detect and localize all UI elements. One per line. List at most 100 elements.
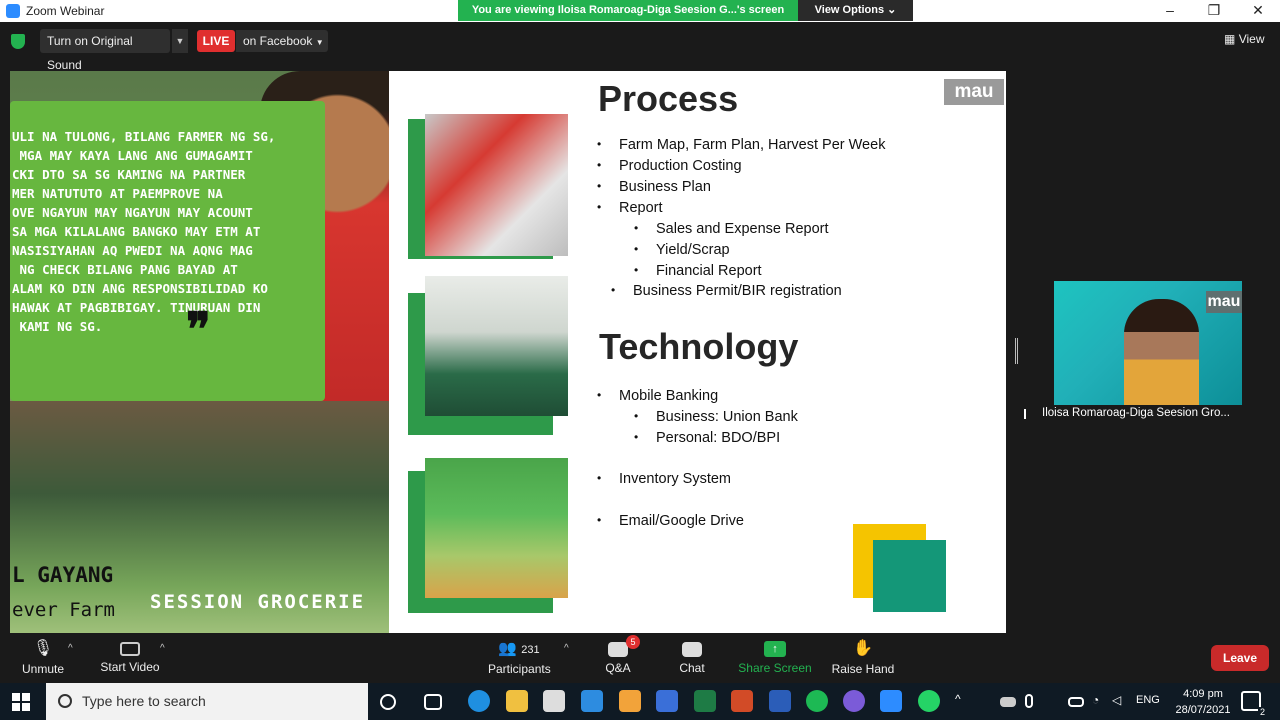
panel-resize-handle[interactable]	[1015, 338, 1018, 364]
original-sound-button[interactable]: Turn on Original Sound	[40, 29, 170, 72]
grid-icon: ▦	[1224, 32, 1236, 46]
chevron-down-icon[interactable]: ▼	[172, 29, 188, 53]
participant-video[interactable]: mau	[1054, 281, 1242, 405]
viber-icon[interactable]	[843, 690, 865, 712]
cortana-icon[interactable]	[380, 694, 396, 710]
notification-center-icon[interactable]: 2	[1241, 691, 1267, 717]
tech-item: Inventory System	[597, 471, 731, 487]
app-promo-photo	[425, 458, 568, 598]
raise-hand-label: Raise Hand	[831, 662, 895, 676]
dropbox-icon[interactable]	[581, 690, 603, 712]
excel-icon[interactable]	[694, 690, 716, 712]
shield-icon[interactable]	[11, 34, 25, 49]
share-screen-icon: ↑	[764, 641, 786, 657]
mail-icon[interactable]	[656, 690, 678, 712]
speaker-video	[1124, 299, 1199, 405]
zoom-icon[interactable]	[880, 690, 902, 712]
windows-taskbar: Type here to search ^ ◔ ◁ ENG 4:09 pm 28…	[0, 683, 1280, 720]
unmute-label: Unmute	[21, 662, 65, 676]
hand-icon: ✋	[853, 640, 873, 657]
winamp-icon[interactable]	[619, 690, 641, 712]
taskbar-search[interactable]: Type here to search	[46, 683, 368, 720]
volume-icon[interactable]: ◁	[1112, 693, 1128, 715]
clock-time: 4:09 pm	[1183, 688, 1223, 700]
video-off-icon	[120, 642, 140, 656]
process-item: Production Costing	[597, 158, 741, 174]
participants-icon: 👥 231	[498, 640, 540, 657]
quote-mark-icon: ❞	[186, 303, 211, 355]
signal-icon	[1024, 409, 1036, 419]
unmute-button[interactable]: 🎙 Unmute	[18, 633, 68, 683]
chat-icon	[682, 642, 702, 657]
qa-label: Q&A	[605, 661, 631, 675]
chevron-up-icon[interactable]: ^	[564, 643, 569, 654]
shared-screen: ULI NA TULONG, BILANG FARMER NG SG, MGA …	[10, 71, 1006, 633]
title-bar: Zoom Webinar You are viewing Iloisa Roma…	[0, 0, 1280, 22]
chevron-up-icon[interactable]: ^	[68, 643, 73, 654]
process-item: Farm Map, Farm Plan, Harvest Per Week	[597, 137, 885, 153]
chevron-up-icon[interactable]: ^	[955, 692, 969, 714]
participants-button[interactable]: 👥 231 Participants	[488, 633, 551, 683]
report-item: Sales and Expense Report	[634, 221, 828, 237]
meeting-top-bar: Turn on Original Sound ▼ LIVE on Faceboo…	[0, 22, 1280, 72]
slide-left-photo: ULI NA TULONG, BILANG FARMER NG SG, MGA …	[10, 71, 389, 633]
report-item: Yield/Scrap	[634, 242, 730, 258]
task-view-icon[interactable]	[424, 694, 442, 710]
facebook-label: on Facebook	[243, 34, 313, 48]
chevron-up-icon[interactable]: ^	[160, 643, 165, 654]
search-placeholder: Type here to search	[82, 693, 206, 709]
share-screen-button[interactable]: ↑ Share Screen	[738, 633, 812, 683]
wifi-icon[interactable]: ◔	[1092, 693, 1108, 715]
chat-label: Chat	[679, 661, 705, 675]
process-heading: Process	[598, 78, 739, 119]
banking-item: Personal: BDO/BPI	[634, 430, 780, 446]
participant-name-label: Iloisa Romaroag-Diga Seesion Gro...	[1024, 406, 1244, 422]
view-options-button[interactable]: View Options ⌄	[798, 0, 913, 21]
search-icon	[58, 694, 72, 708]
view-button[interactable]: ▦ View	[1224, 32, 1264, 46]
tech-item: Email/Google Drive	[597, 513, 744, 529]
taskbar-clock[interactable]: 4:09 pm 28/07/2021	[1175, 686, 1231, 718]
live-on-facebook-button[interactable]: on Facebook ▼	[236, 30, 328, 52]
window-title: Zoom Webinar	[26, 4, 105, 18]
mau-logo: mau	[944, 79, 1004, 105]
spotify-icon[interactable]	[806, 690, 828, 712]
view-label: View	[1238, 32, 1265, 46]
clock-date: 28/07/2021	[1175, 704, 1231, 716]
edge-icon[interactable]	[468, 690, 490, 712]
qa-badge: 5	[626, 635, 640, 649]
word-icon[interactable]	[769, 690, 791, 712]
raise-hand-button[interactable]: ✋ Raise Hand	[830, 633, 896, 683]
store-icon[interactable]	[543, 690, 565, 712]
farmer-writing-photo	[425, 114, 568, 256]
file-explorer-icon[interactable]	[506, 690, 528, 712]
session-groceries-text: SESSION GROCERIE	[150, 591, 366, 613]
meeting-toolbar: 🎙 Unmute ^ Start Video ^ 👥 231 Participa…	[0, 633, 1280, 683]
viewing-banner: You are viewing Iloisa Romaroag-Diga See…	[458, 0, 798, 21]
technology-heading: Technology	[599, 326, 799, 367]
restore-icon[interactable]: ❐	[1194, 0, 1234, 22]
start-video-button[interactable]: Start Video	[100, 633, 160, 683]
leave-button[interactable]: Leave	[1211, 645, 1269, 671]
powerpoint-icon[interactable]	[731, 690, 753, 712]
tech-item: Mobile Banking	[597, 388, 718, 404]
live-badge[interactable]: LIVE	[197, 30, 235, 52]
permit-item: Business Permit/BIR registration	[611, 283, 842, 299]
windows-start-icon[interactable]	[12, 693, 30, 711]
chevron-down-icon: ▼	[315, 38, 324, 47]
onedrive-icon[interactable]	[1000, 697, 1016, 707]
participants-label: Participants	[488, 662, 551, 676]
close-icon[interactable]: ✕	[1238, 0, 1278, 22]
minimize-icon[interactable]: –	[1150, 0, 1190, 22]
notification-count: 2	[1257, 707, 1267, 717]
farmer-name: L GAYANG	[12, 563, 114, 587]
share-screen-label: Share Screen	[738, 661, 812, 675]
chat-button[interactable]: Chat	[672, 633, 712, 683]
mau-logo: mau	[1206, 291, 1242, 313]
report-item: Financial Report	[634, 263, 761, 279]
language-indicator[interactable]: ENG	[1136, 694, 1160, 706]
battery-icon[interactable]	[1068, 697, 1084, 707]
whatsapp-icon[interactable]	[918, 690, 940, 712]
microphone-icon[interactable]	[1025, 694, 1033, 708]
training-session-photo	[425, 276, 568, 416]
